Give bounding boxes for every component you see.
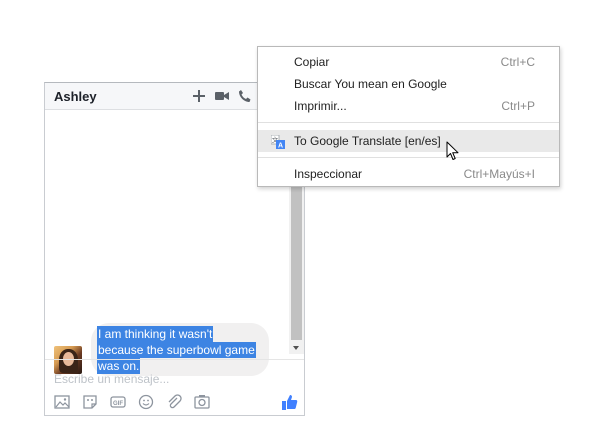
emoji-icon[interactable]	[138, 394, 154, 410]
message-line: I am thinking it wasn't	[97, 326, 214, 342]
chat-title[interactable]: Ashley	[54, 89, 97, 104]
menu-item-shortcut: Ctrl+P	[501, 99, 535, 113]
menu-item-google-translate[interactable]: 文 A To Google Translate [en/es]	[258, 130, 559, 152]
gif-icon[interactable]: GIF	[110, 394, 126, 410]
menu-item-shortcut: Ctrl+C	[500, 55, 535, 69]
message-area[interactable]: I am thinking it wasn't because the supe…	[45, 110, 289, 376]
camera-icon[interactable]	[194, 394, 210, 410]
menu-item-inspect[interactable]: Inspeccionar Ctrl+Mayús+I	[258, 163, 559, 185]
menu-item-search-google[interactable]: Buscar You mean en Google	[258, 73, 559, 95]
sticker-icon[interactable]	[82, 394, 98, 410]
menu-item-label: Inspeccionar	[294, 167, 363, 181]
attachment-icon[interactable]	[166, 394, 182, 410]
menu-item-label: Buscar You mean en Google	[294, 77, 447, 91]
menu-separator	[258, 122, 559, 123]
scroll-down-arrow-icon[interactable]	[293, 346, 299, 350]
svg-text:GIF: GIF	[113, 401, 123, 407]
menu-item-print[interactable]: Imprimir... Ctrl+P	[258, 95, 559, 117]
plus-icon[interactable]	[192, 89, 206, 103]
message-line: because the superbowl game	[97, 342, 256, 358]
svg-text:A: A	[278, 143, 283, 150]
menu-item-label: Copiar	[294, 55, 330, 69]
photo-icon[interactable]	[54, 394, 70, 410]
menu-separator	[258, 157, 559, 158]
menu-item-shortcut: Ctrl+Mayús+I	[463, 167, 535, 181]
menu-item-label: Imprimir...	[294, 99, 347, 113]
menu-item-label: To Google Translate [en/es]	[294, 134, 441, 148]
mouse-cursor-icon	[446, 141, 460, 161]
context-menu: Copiar Ctrl+C Buscar You mean en Google …	[257, 46, 560, 187]
thumbs-up-icon[interactable]	[281, 394, 298, 411]
google-translate-icon: 文 A	[270, 134, 285, 150]
video-camera-icon[interactable]	[215, 89, 229, 103]
message-input[interactable]: Escribe un mensaje...	[54, 372, 169, 386]
message-composer: Escribe un mensaje... GIF	[45, 359, 304, 415]
phone-icon[interactable]	[238, 89, 252, 103]
menu-item-copy[interactable]: Copiar Ctrl+C	[258, 51, 559, 73]
